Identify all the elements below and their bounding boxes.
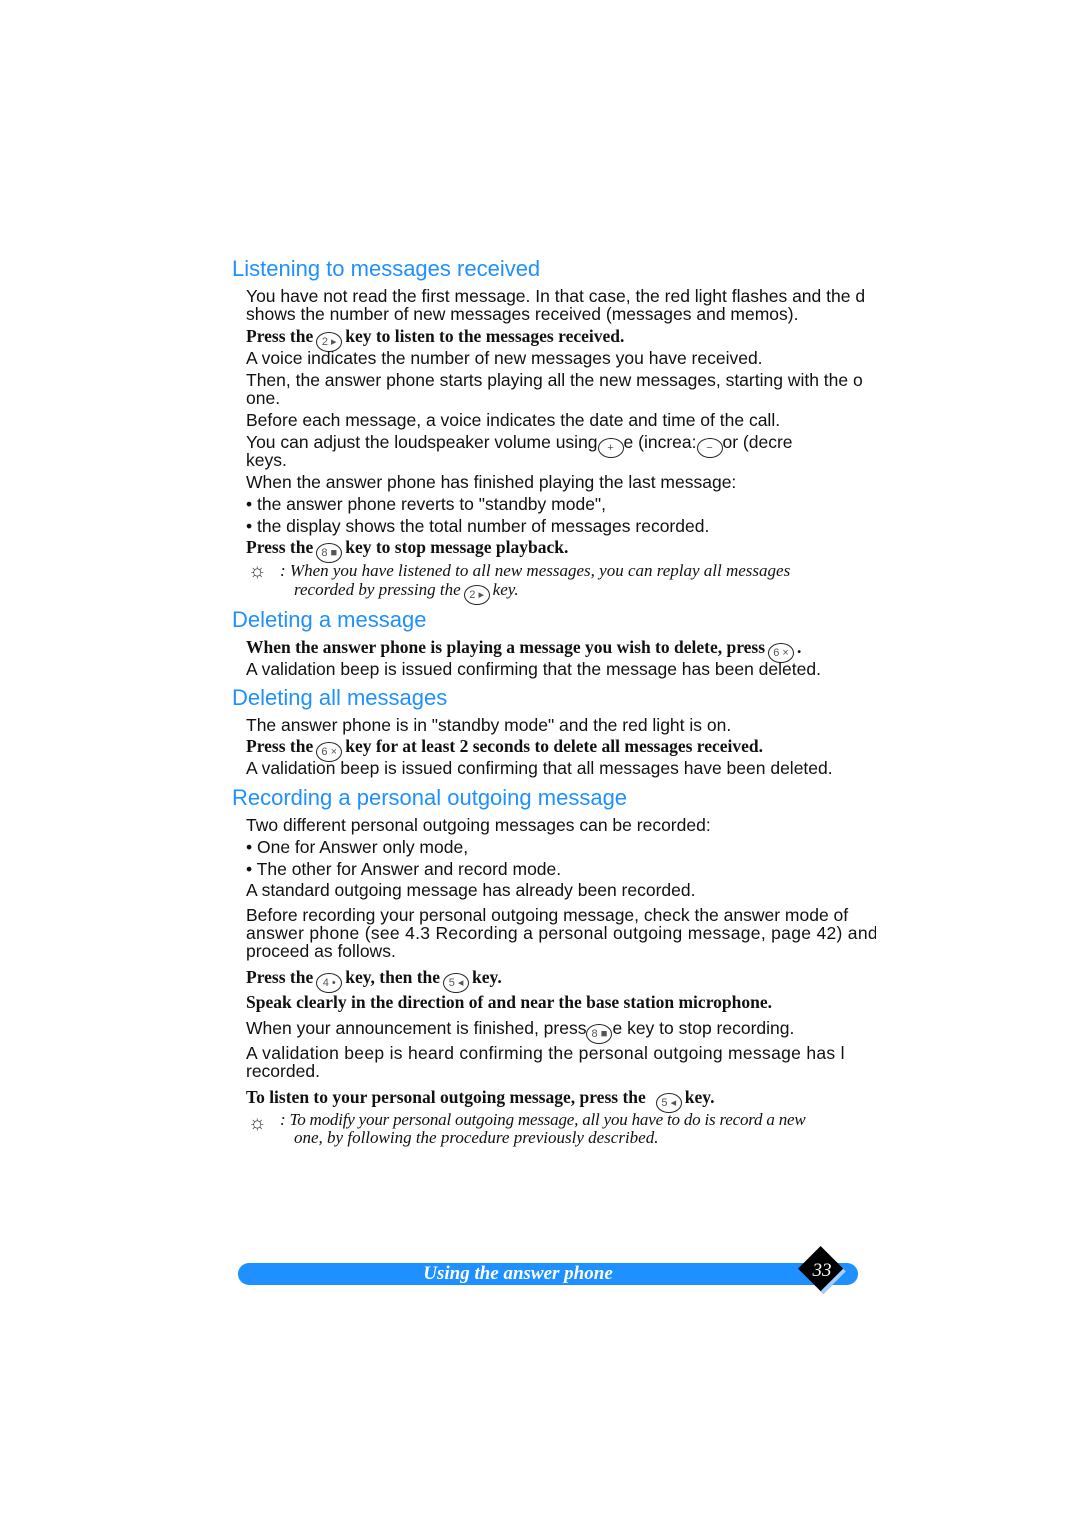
paragraph: shows the number of new messages receive…: [246, 305, 799, 324]
lightbulb-tip-icon: ☼: [248, 560, 267, 582]
text: Press the: [246, 327, 314, 346]
bullet-item: • One for Answer only mode,: [246, 838, 469, 857]
instruction: Press the 4 • key, then the 5 ◂ key.: [246, 968, 876, 993]
paragraph: recorded.: [246, 1062, 320, 1081]
paragraph: You have not read the first message. In …: [246, 287, 866, 306]
tip-text: one, by following the procedure previous…: [294, 1128, 659, 1147]
text: or (decre: [722, 433, 793, 452]
paragraph: keys.: [246, 451, 287, 470]
paragraph: A validation beep is issued confirming t…: [246, 759, 833, 778]
section-heading: Deleting a message: [232, 607, 427, 632]
tip-text: : To modify your personal outgoing messa…: [280, 1110, 806, 1129]
text: key.: [492, 580, 519, 599]
text: key to stop message playback.: [345, 538, 569, 557]
key-8-icon: 8 ■: [586, 1024, 613, 1044]
section-heading: Listening to messages received: [232, 256, 541, 281]
text: key to listen to the messages received.: [345, 327, 625, 346]
text: key.: [472, 968, 502, 987]
text: When your announcement is finished, pres…: [246, 1019, 587, 1038]
section-heading: Recording a personal outgoing message: [232, 785, 628, 810]
paragraph: The answer phone is in "standby mode" an…: [246, 716, 732, 735]
text: .: [797, 638, 802, 657]
section-heading: Deleting all messages: [232, 685, 448, 710]
text: key.: [684, 1088, 715, 1107]
lightbulb-tip-icon: ☼: [248, 1112, 267, 1134]
key-4-icon: 4 •: [316, 973, 343, 993]
tip-text: recorded by pressing the 2 ▸ key.: [294, 580, 854, 605]
text: e (increa:: [623, 433, 697, 452]
instruction: Speak clearly in the direction of and ne…: [246, 993, 772, 1012]
paragraph: A voice indicates the number of new mess…: [246, 349, 763, 368]
bullet-item: • the answer phone reverts to "standby m…: [246, 495, 606, 514]
text: You can adjust the loudspeaker volume us…: [246, 433, 598, 452]
text: Press the: [246, 538, 314, 557]
paragraph: Then, the answer phone starts playing al…: [246, 371, 863, 390]
paragraph: A validation beep is heard confirming th…: [246, 1044, 845, 1063]
paragraph: Before each message, a voice indicates t…: [246, 411, 781, 430]
text: recorded by pressing the: [294, 580, 461, 599]
page-number: 33: [812, 1260, 832, 1281]
paragraph: A validation beep is issued confirming t…: [246, 660, 821, 679]
tip-text: : When you have listened to all new mess…: [280, 561, 791, 580]
instruction: Press the 8 ■ key to stop message playback…: [246, 538, 876, 563]
key-8-icon: 8 ■: [316, 543, 343, 563]
bullet-item: • the display shows the total number of …: [246, 517, 710, 536]
text: key for at least 2 seconds to delete all…: [345, 737, 764, 756]
footer-bar: Using the answer phone: [238, 1263, 858, 1285]
key-2-icon: 2 ▸: [463, 585, 490, 605]
text: When the answer phone is playing a messa…: [246, 638, 766, 657]
paragraph: proceed as follows.: [246, 942, 396, 961]
text: To listen to your personal outgoing mess…: [246, 1088, 646, 1107]
text: key, then the: [345, 968, 441, 987]
manual-page: Listening to messages received You have …: [0, 0, 1080, 1528]
paragraph: one.: [246, 389, 281, 408]
paragraph: Before recording your personal outgoing …: [246, 906, 849, 925]
paragraph: Two different personal outgoing messages…: [246, 816, 711, 835]
footer-title: Using the answer phone: [423, 1263, 613, 1284]
paragraph: answer phone (see 4.3 Recording a person…: [246, 924, 876, 943]
text: Press the: [246, 737, 314, 756]
key-5-icon: 5 ◂: [443, 973, 470, 993]
bullet-item: • The other for Answer and record mode.: [246, 860, 562, 879]
paragraph: A standard outgoing message has already …: [246, 881, 696, 900]
paragraph: When your announcement is finished, pres…: [246, 1019, 876, 1044]
text: Press the: [246, 968, 314, 987]
text: e key to stop recording.: [612, 1019, 795, 1038]
paragraph: When the answer phone has finished playi…: [246, 473, 737, 492]
